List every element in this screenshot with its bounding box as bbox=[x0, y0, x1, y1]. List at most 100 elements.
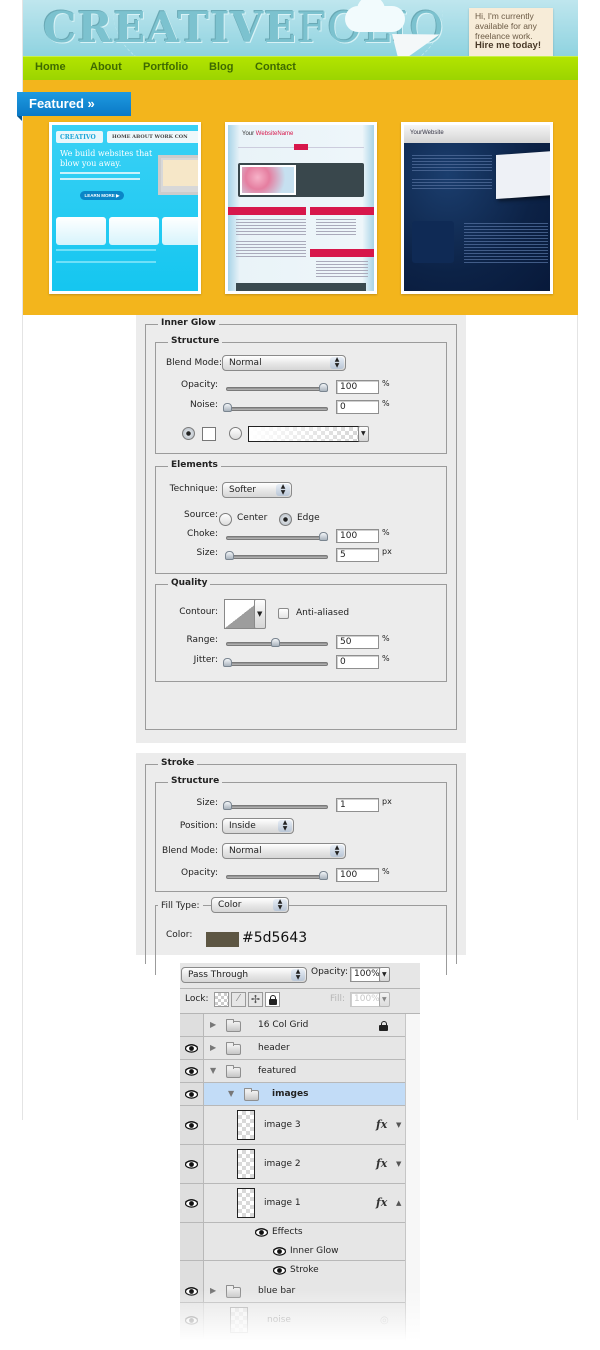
blend-mode-select[interactable]: Normal ▲ ▼ bbox=[222, 355, 346, 371]
opacity-input[interactable]: 100 bbox=[336, 868, 379, 882]
noise-slider[interactable] bbox=[223, 403, 328, 412]
hire-me-note[interactable]: Hi, I'm currently available for any free… bbox=[469, 8, 553, 56]
layer-row[interactable]: image 2 fx ▼ bbox=[180, 1145, 405, 1184]
layer-blend-mode-select[interactable]: Pass Through ▲ ▼ bbox=[181, 967, 307, 983]
visibility-toggle[interactable] bbox=[180, 1060, 204, 1082]
visibility-toggle[interactable] bbox=[180, 1184, 204, 1222]
gradient-picker[interactable] bbox=[248, 426, 360, 442]
fx-icon[interactable]: fx bbox=[376, 1157, 387, 1170]
jitter-input[interactable]: 0 bbox=[336, 655, 379, 669]
layer-row[interactable]: ▶ blue bar bbox=[180, 1280, 405, 1303]
layer-row[interactable]: ▶ 16 Col Grid bbox=[180, 1014, 405, 1037]
eye-icon[interactable] bbox=[273, 1266, 286, 1275]
visibility-toggle[interactable] bbox=[180, 1145, 204, 1183]
nav-about[interactable]: About bbox=[90, 61, 122, 73]
opacity-slider[interactable] bbox=[226, 871, 328, 880]
nav-home[interactable]: Home bbox=[35, 61, 66, 73]
solid-color-radio[interactable] bbox=[182, 427, 195, 440]
triangle-down-icon[interactable]: ▼ bbox=[396, 1160, 401, 1168]
eye-icon[interactable] bbox=[273, 1247, 286, 1256]
blend-mode-select[interactable]: Normal ▲ ▼ bbox=[222, 843, 346, 859]
source-center-radio[interactable] bbox=[219, 513, 232, 526]
layer-opacity-input[interactable]: 100% bbox=[350, 967, 380, 982]
nav-portfolio[interactable]: Portfolio bbox=[143, 61, 188, 73]
range-slider[interactable] bbox=[226, 638, 328, 647]
fill-type-select[interactable]: Color ▲ ▼ bbox=[211, 897, 289, 913]
triangle-right-icon[interactable]: ▶ bbox=[210, 1020, 216, 1029]
eye-icon[interactable] bbox=[255, 1228, 268, 1237]
portfolio-thumbnail-creativo[interactable]: CREATIVO HOME ABOUT WORK CON We build we… bbox=[49, 122, 201, 294]
size-input[interactable]: 1 bbox=[336, 798, 379, 812]
anti-aliased-checkbox[interactable] bbox=[278, 608, 289, 619]
hire-me-link[interactable]: Hire me today! bbox=[475, 41, 553, 51]
choke-input[interactable]: 100 bbox=[336, 529, 379, 543]
slider-knob[interactable] bbox=[223, 403, 232, 412]
choke-slider[interactable] bbox=[226, 532, 328, 541]
size-slider[interactable] bbox=[224, 551, 328, 560]
gradient-radio[interactable] bbox=[229, 427, 242, 440]
layer-row[interactable]: Effects bbox=[180, 1223, 405, 1242]
triangle-up-icon[interactable]: ▲ bbox=[396, 1199, 401, 1207]
layer-row[interactable]: image 1 fx ▲ bbox=[180, 1184, 405, 1223]
fill-dropdown[interactable]: ▼ bbox=[379, 992, 390, 1007]
opacity-label: Opacity: bbox=[181, 380, 218, 390]
percent-unit: % bbox=[382, 867, 390, 876]
portfolio-thumbnail-yourwebsitename[interactable]: Your WebsiteName bbox=[225, 122, 377, 294]
slider-knob[interactable] bbox=[319, 383, 328, 392]
fx-icon[interactable]: fx bbox=[376, 1196, 387, 1209]
opacity-slider[interactable] bbox=[226, 383, 328, 392]
contour-dropdown[interactable]: ▼ bbox=[254, 599, 266, 629]
slider-knob[interactable] bbox=[223, 658, 232, 667]
gradient-dropdown[interactable]: ▼ bbox=[358, 426, 369, 442]
opacity-dropdown[interactable]: ▼ bbox=[379, 967, 390, 982]
lock-brush-icon[interactable]: ⁄ bbox=[231, 992, 246, 1007]
logo-part: Your bbox=[242, 131, 256, 137]
visibility-toggle[interactable] bbox=[180, 1014, 204, 1036]
jitter-slider[interactable] bbox=[223, 658, 328, 667]
layer-row[interactable]: image 3 fx ▼ bbox=[180, 1106, 405, 1145]
range-input[interactable]: 50 bbox=[336, 635, 379, 649]
lock-all-icon[interactable] bbox=[265, 992, 280, 1007]
slider-knob[interactable] bbox=[224, 551, 234, 560]
layer-row[interactable]: noise ◎ bbox=[180, 1303, 405, 1339]
layer-row[interactable]: Inner Glow bbox=[180, 1242, 405, 1261]
fx-icon[interactable]: fx bbox=[376, 1118, 387, 1131]
layer-row[interactable]: ▼ images bbox=[180, 1083, 405, 1106]
stroke-color-swatch[interactable] bbox=[206, 932, 239, 947]
source-edge-radio[interactable] bbox=[279, 513, 292, 526]
slider-knob[interactable] bbox=[319, 871, 328, 880]
nav-blog[interactable]: Blog bbox=[209, 61, 233, 73]
visibility-toggle[interactable] bbox=[180, 1261, 204, 1280]
layers-scrollbar[interactable] bbox=[405, 1014, 420, 1344]
portfolio-thumbnail-yourwebsite[interactable]: YourWebsite bbox=[401, 122, 553, 294]
size-slider[interactable] bbox=[223, 801, 328, 810]
visibility-toggle[interactable] bbox=[180, 1037, 204, 1059]
opacity-input[interactable]: 100 bbox=[336, 380, 379, 394]
layer-row[interactable]: Stroke bbox=[180, 1261, 405, 1280]
triangle-right-icon[interactable]: ▶ bbox=[210, 1043, 216, 1052]
triangle-down-icon[interactable]: ▼ bbox=[228, 1089, 234, 1098]
triangle-down-icon[interactable]: ▼ bbox=[396, 1121, 401, 1129]
slider-knob[interactable] bbox=[319, 532, 328, 541]
layer-row[interactable]: ▶ header bbox=[180, 1037, 405, 1060]
visibility-toggle[interactable] bbox=[180, 1083, 204, 1105]
technique-select[interactable]: Softer ▲ ▼ bbox=[222, 482, 292, 498]
noise-input[interactable]: 0 bbox=[336, 400, 379, 414]
size-input[interactable]: 5 bbox=[336, 548, 379, 562]
visibility-toggle[interactable] bbox=[180, 1303, 204, 1338]
triangle-down-icon[interactable]: ▼ bbox=[210, 1066, 216, 1075]
glow-color-swatch[interactable] bbox=[202, 427, 216, 441]
visibility-toggle[interactable] bbox=[180, 1106, 204, 1144]
triangle-right-icon[interactable]: ▶ bbox=[210, 1286, 216, 1295]
slider-knob[interactable] bbox=[271, 638, 280, 647]
slider-knob[interactable] bbox=[223, 801, 232, 810]
lock-move-icon[interactable]: ✢ bbox=[248, 992, 263, 1007]
visibility-toggle[interactable] bbox=[180, 1242, 204, 1260]
visibility-toggle[interactable] bbox=[180, 1280, 204, 1302]
nav-contact[interactable]: Contact bbox=[255, 61, 296, 73]
visibility-toggle[interactable] bbox=[180, 1223, 204, 1242]
fill-input[interactable]: 100% bbox=[350, 992, 380, 1007]
layer-row[interactable]: ▼ featured bbox=[180, 1060, 405, 1083]
position-select[interactable]: Inside ▲ ▼ bbox=[222, 818, 294, 834]
lock-transparent-icon[interactable] bbox=[214, 992, 229, 1007]
